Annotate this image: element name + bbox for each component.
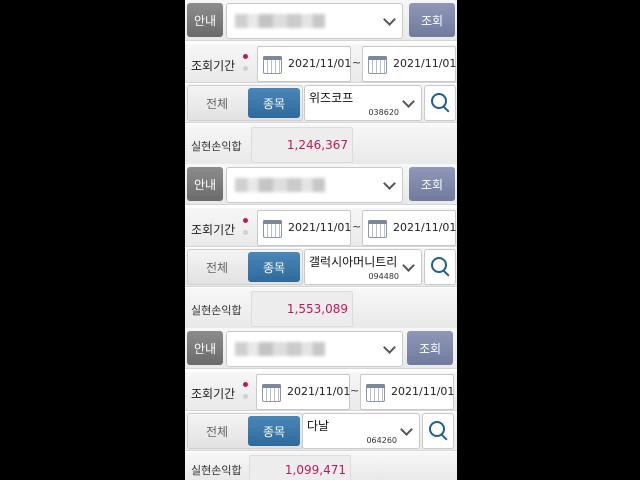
account-bar: 안내 조회: [185, 0, 457, 41]
date-to-text: 2021/11/01: [393, 57, 457, 70]
stock-bar: 전체 종목 위즈코프 038620: [185, 84, 457, 123]
pl-bar: 실현손익합 1,553,089: [185, 288, 457, 329]
date-to-field[interactable]: 2021/11/01: [362, 210, 456, 246]
search-icon: [431, 257, 447, 273]
date-to-field[interactable]: 2021/11/01: [360, 374, 454, 410]
period-bar: 조회기간 2021/11/01 ~ 2021/11/01: [185, 208, 457, 247]
realized-pl-box: 1,553,089: [251, 291, 353, 327]
period-bar: 조회기간 2021/11/01 ~ 2021/11/01: [185, 372, 457, 411]
active-dot: [243, 54, 248, 59]
date-from-text: 2021/11/01: [288, 221, 352, 234]
guide-button[interactable]: 안내: [187, 167, 223, 201]
range-separator: ~: [352, 220, 362, 233]
stock-bar: 전체 종목 갤럭시아머니트리 094480: [185, 248, 457, 287]
account-select[interactable]: [226, 167, 403, 203]
chevron-down-icon: [402, 95, 415, 108]
query-button[interactable]: 조회: [409, 3, 455, 37]
stock-select[interactable]: 다날 064260: [302, 413, 420, 449]
period-label: 조회기간: [191, 387, 236, 401]
realized-pl-value: 1,099,471: [284, 463, 346, 477]
masked-account-number: [235, 342, 325, 356]
realized-pl-value: 1,553,089: [286, 302, 348, 316]
active-dot: [243, 218, 248, 223]
guide-button[interactable]: 안내: [187, 331, 223, 365]
chevron-down-icon: [400, 423, 413, 436]
stock-search-button[interactable]: [422, 413, 454, 449]
date-to-text: 2021/11/01: [391, 385, 455, 398]
date-from-field[interactable]: 2021/11/01: [257, 46, 351, 82]
query-button[interactable]: 조회: [409, 167, 455, 201]
calendar-icon: [368, 56, 387, 74]
inactive-dot: [243, 394, 248, 399]
filter-item-tab[interactable]: 종목: [248, 88, 300, 118]
realized-pl-value: 1,246,367: [286, 138, 348, 152]
search-icon: [431, 93, 447, 109]
realized-pl-box: 1,099,471: [249, 455, 351, 480]
realized-pl-label: 실현손익합: [191, 140, 242, 153]
realized-pl-label: 실현손익합: [191, 464, 242, 477]
period-bar: 조회기간 2021/11/01 ~ 2021/11/01: [185, 44, 457, 83]
account-select[interactable]: [226, 3, 403, 39]
panel-1: 안내 조회 조회기간 2021/11/01 ~ 2021/11/01 전체 종목…: [185, 0, 457, 165]
pl-bar: 실현손익합 1,099,471: [185, 452, 457, 480]
masked-account-number: [235, 178, 325, 192]
search-icon: [429, 421, 445, 437]
stock-select[interactable]: 위즈코프 038620: [304, 85, 422, 121]
chevron-down-icon: [383, 13, 396, 26]
stock-search-button[interactable]: [424, 249, 456, 285]
filter-all-tab[interactable]: 전체: [188, 250, 246, 284]
realized-pl-label: 실현손익합: [191, 304, 242, 317]
stock-code: 038620: [368, 108, 399, 117]
realized-pl-box: 1,246,367: [251, 127, 353, 163]
filter-all-tab[interactable]: 전체: [188, 414, 246, 448]
stock-search-button[interactable]: [424, 85, 456, 121]
date-to-field[interactable]: 2021/11/01: [362, 46, 456, 82]
chevron-down-icon: [383, 341, 396, 354]
date-from-field[interactable]: 2021/11/01: [256, 374, 350, 410]
stock-name: 다날: [307, 419, 330, 433]
range-separator: ~: [352, 56, 362, 69]
calendar-icon: [366, 384, 385, 402]
active-dot: [243, 382, 248, 387]
stock-code: 094480: [368, 272, 399, 281]
filter-item-tab[interactable]: 종목: [248, 252, 300, 282]
stock-bar: 전체 종목 다날 064260: [185, 412, 457, 451]
date-from-text: 2021/11/01: [287, 385, 351, 398]
panel-3: 안내 조회 조회기간 2021/11/01 ~ 2021/11/01 전체 종목…: [185, 328, 457, 480]
filter-segment: 전체 종목: [187, 413, 303, 449]
date-from-field[interactable]: 2021/11/01: [257, 210, 351, 246]
stock-code: 064260: [366, 436, 397, 445]
masked-account-number: [235, 14, 325, 28]
period-label: 조회기간: [191, 59, 236, 73]
account-bar: 안내 조회: [185, 328, 457, 369]
filter-segment: 전체 종목: [187, 249, 303, 285]
pl-bar: 실현손익합 1,246,367: [185, 124, 457, 165]
account-bar: 안내 조회: [185, 164, 457, 205]
filter-item-tab[interactable]: 종목: [248, 416, 300, 446]
calendar-icon: [368, 220, 387, 238]
stock-name: 갤럭시아머니트리: [309, 255, 398, 269]
calendar-icon: [263, 220, 282, 238]
calendar-icon: [263, 56, 282, 74]
date-from-text: 2021/11/01: [288, 57, 352, 70]
stock-name: 위즈코프: [309, 91, 354, 105]
inactive-dot: [243, 230, 248, 235]
guide-button[interactable]: 안내: [187, 3, 223, 37]
panel-2: 안내 조회 조회기간 2021/11/01 ~ 2021/11/01 전체 종목…: [185, 164, 457, 329]
date-to-text: 2021/11/01: [393, 221, 457, 234]
filter-segment: 전체 종목: [187, 85, 303, 121]
calendar-icon: [262, 384, 281, 402]
chevron-down-icon: [383, 177, 396, 190]
range-separator: ~: [350, 384, 360, 397]
period-label: 조회기간: [191, 223, 236, 237]
query-button[interactable]: 조회: [407, 331, 453, 365]
filter-all-tab[interactable]: 전체: [188, 86, 246, 120]
inactive-dot: [243, 66, 248, 71]
chevron-down-icon: [402, 259, 415, 272]
account-select[interactable]: [226, 331, 403, 367]
screen-column: 안내 조회 조회기간 2021/11/01 ~ 2021/11/01 전체 종목…: [185, 0, 457, 480]
stock-select[interactable]: 갤럭시아머니트리 094480: [304, 249, 422, 285]
